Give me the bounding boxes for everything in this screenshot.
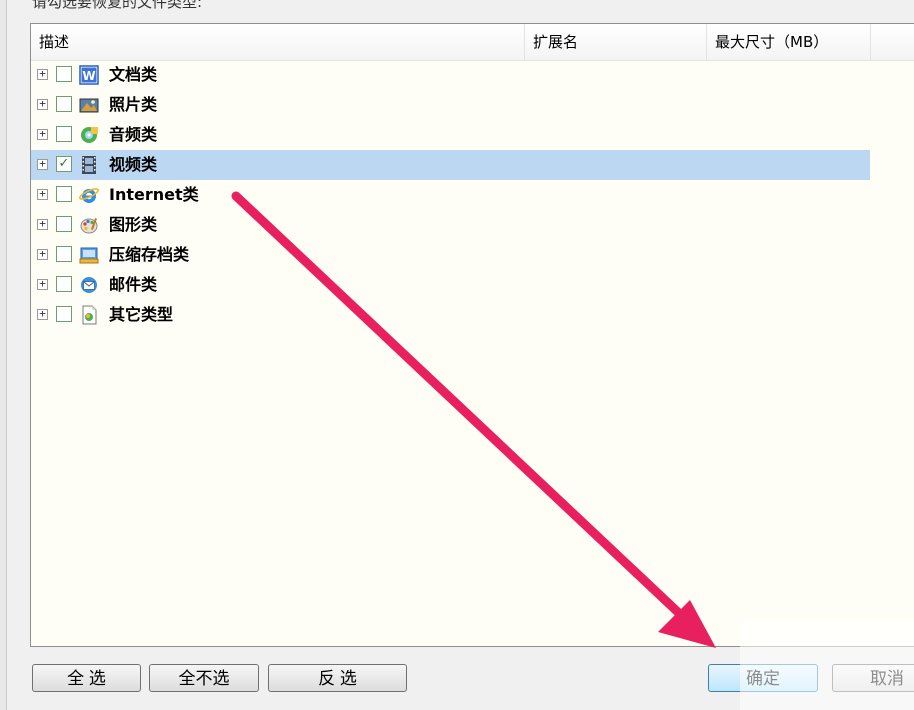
list-item-mail[interactable]: + 邮件类 — [31, 270, 870, 300]
list-item-label: 其它类型 — [109, 305, 174, 324]
expand-icon[interactable]: + — [37, 158, 48, 170]
document-checkbox[interactable] — [56, 66, 72, 82]
list-item-label: 压缩存档类 — [109, 245, 190, 264]
internet-explorer-icon — [79, 188, 99, 203]
archive-checkbox[interactable] — [56, 246, 72, 262]
column-max-size[interactable]: 最大尺寸（MB） — [707, 24, 871, 60]
other-checkbox[interactable] — [56, 306, 72, 322]
mail-icon — [81, 277, 97, 293]
expand-icon[interactable]: + — [37, 188, 48, 200]
svg-text:W: W — [82, 69, 95, 83]
mail-checkbox[interactable] — [56, 276, 72, 292]
list-item-label: Internet类 — [109, 185, 199, 204]
expand-icon[interactable]: + — [37, 308, 48, 320]
list-item-label: 音频类 — [109, 125, 158, 144]
list-item-label: 图形类 — [109, 215, 158, 234]
archive-icon — [79, 247, 99, 264]
list-item-label: 视频类 — [109, 155, 158, 174]
word-document-icon: W — [79, 65, 99, 85]
list-item-audio[interactable]: + 音频类 — [31, 120, 870, 150]
expand-icon[interactable]: + — [37, 98, 48, 110]
graphics-checkbox[interactable] — [56, 216, 72, 232]
photo-icon — [79, 98, 99, 113]
watermark-overlay — [740, 620, 914, 710]
other-file-icon — [82, 305, 97, 325]
select-all-button[interactable]: 全 选 — [32, 664, 141, 692]
list-item-document[interactable]: + W 文档类 — [31, 60, 870, 90]
list-item-photo[interactable]: + 照片类 — [31, 90, 870, 120]
file-type-rows: + W 文档类 + 照片类 + 音频类 + ✓ 视频类 + Internet类 … — [31, 60, 914, 330]
expand-icon[interactable]: + — [37, 278, 48, 290]
list-item-label: 文档类 — [109, 65, 158, 84]
expand-icon[interactable]: + — [37, 68, 48, 80]
video-film-icon — [82, 156, 96, 174]
file-type-list[interactable]: 描述 扩展名 最大尺寸（MB） + W 文档类 + 照片类 + 音频类 + ✓ … — [30, 23, 914, 647]
video-checkbox[interactable]: ✓ — [56, 156, 72, 172]
audio-icon — [81, 127, 98, 143]
column-extension[interactable]: 扩展名 — [525, 24, 707, 60]
list-item-archive[interactable]: + 压缩存档类 — [31, 240, 870, 270]
column-description[interactable]: 描述 — [31, 24, 525, 60]
list-item-video[interactable]: + ✓ 视频类 — [31, 150, 870, 180]
list-item-graphics[interactable]: + 图形类 — [31, 210, 870, 240]
list-item-label: 邮件类 — [109, 275, 158, 294]
select-none-button[interactable]: 全不选 — [149, 664, 259, 692]
expand-icon[interactable]: + — [37, 218, 48, 230]
photo-checkbox[interactable] — [56, 96, 72, 112]
internet-checkbox[interactable] — [56, 186, 72, 202]
dialog-left-border — [0, 0, 7, 710]
audio-checkbox[interactable] — [56, 126, 72, 142]
expand-icon[interactable]: + — [37, 128, 48, 140]
list-item-other[interactable]: + 其它类型 — [31, 300, 870, 330]
expand-icon[interactable]: + — [37, 248, 48, 260]
list-item-label: 照片类 — [109, 95, 158, 114]
dialog-prompt: 请勾选要恢复的文件类型: — [32, 0, 203, 11]
column-header: 描述 扩展名 最大尺寸（MB） — [31, 24, 914, 61]
graphics-palette-icon — [80, 218, 98, 234]
list-item-internet[interactable]: + Internet类 — [31, 180, 870, 210]
invert-selection-button[interactable]: 反 选 — [268, 664, 407, 692]
